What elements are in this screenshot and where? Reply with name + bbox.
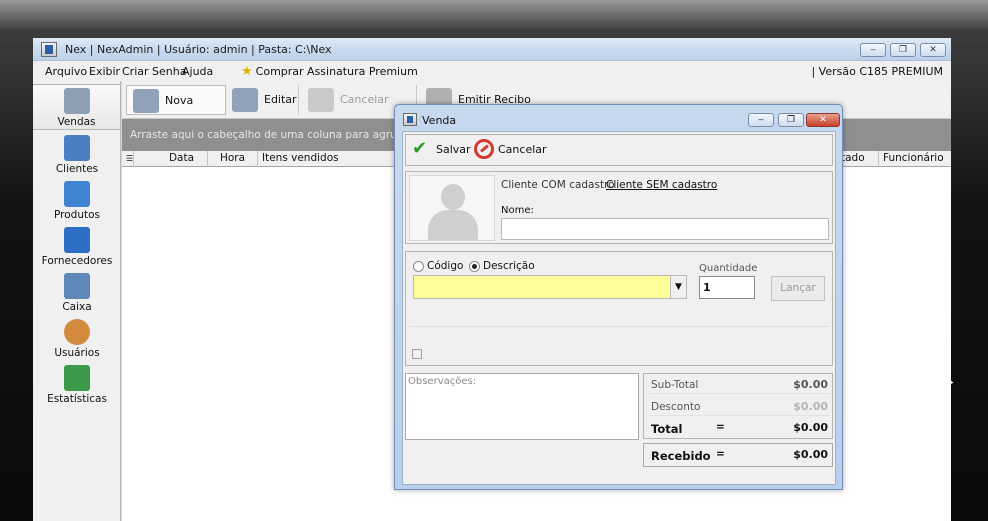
quantidade-label: Quantidade [699, 263, 758, 274]
sidebar-item-fornecedores[interactable]: Fornecedores [33, 225, 121, 269]
star-icon: ★ [241, 64, 253, 79]
col-hora[interactable]: Hora [208, 151, 258, 167]
cart-edit-icon [232, 88, 258, 112]
sidebar-item-usuarios[interactable]: Usuários [33, 317, 121, 361]
nome-label: Nome: [501, 205, 534, 216]
sidebar-item-caixa[interactable]: Caixa [33, 271, 121, 315]
dialog-body: ✔ Salvar Cancelar Cliente COM cadastro C… [402, 131, 836, 485]
subtotal-value: $0.00 [793, 378, 828, 391]
chart-icon [64, 365, 90, 391]
avatar[interactable] [409, 175, 495, 241]
product-panel: Código Descrição ▼ Quantidade 1 Lançar [405, 251, 833, 366]
person-head-icon [441, 184, 465, 210]
minimize-button[interactable]: ‒ [860, 43, 886, 57]
radio-descricao[interactable]: Descrição [469, 260, 535, 272]
recebido-panel: Recebido = $0.00 [643, 443, 833, 467]
venda-dialog: Venda ‒ ❐ ✕ ✔ Salvar Cancelar Cliente CO… [394, 104, 843, 490]
cliente-com-cadastro-option[interactable]: Cliente COM cadastro [501, 179, 615, 191]
sidebar-item-clientes[interactable]: Clientes [33, 133, 121, 177]
users-icon [64, 319, 90, 345]
radio-codigo[interactable]: Código [413, 260, 463, 272]
salvar-button[interactable]: ✔ Salvar [412, 139, 471, 159]
dialog-title: Venda [422, 114, 457, 127]
trash-icon[interactable] [412, 349, 422, 359]
quantidade-input[interactable]: 1 [699, 276, 755, 299]
recebido-row: Recebido = $0.00 [651, 448, 828, 463]
col-funcionario[interactable]: Funcionário [879, 151, 951, 167]
cart-plus-icon [133, 89, 159, 113]
cash-register-icon [64, 273, 90, 299]
sidebar-item-estatisticas[interactable]: Estatísticas [33, 363, 121, 407]
close-button[interactable]: ✕ [920, 43, 946, 57]
premium-link[interactable]: ★ Comprar Assinatura Premium [241, 65, 418, 78]
app-icon [41, 42, 57, 57]
recebido-value: $0.00 [793, 448, 828, 461]
box-icon [64, 181, 90, 207]
menu-arquivo[interactable]: Arquivo [45, 65, 87, 78]
window-title: Nex | NexAdmin | Usuário: admin | Pasta:… [65, 43, 332, 56]
sidebar-item-label: Caixa [62, 301, 92, 313]
desconto-value: $0.00 [793, 400, 828, 413]
sidebar-item-label: Estatísticas [47, 393, 107, 405]
observacoes-textarea[interactable]: Observações: [405, 373, 639, 440]
dialog-action-bar: ✔ Salvar Cancelar [405, 134, 833, 166]
cliente-sem-cadastro-option[interactable]: Cliente SEM cadastro [606, 179, 717, 191]
items-list-divider [409, 326, 829, 327]
nome-input[interactable] [501, 218, 829, 240]
sidebar: Vendas Clientes Produtos Fornecedores Ca… [33, 81, 121, 521]
total-value: $0.00 [793, 421, 828, 434]
product-search-combo[interactable]: ▼ [413, 275, 687, 299]
client-panel: Cliente COM cadastro Cliente SEM cadastr… [405, 171, 833, 244]
sidebar-item-label: Produtos [54, 209, 100, 221]
menu-exibir[interactable]: Exibir [89, 65, 120, 78]
menu-criar-senha[interactable]: Criar Senha [122, 65, 186, 78]
row-indicator-icon: ☰ [122, 151, 134, 167]
truck-icon [64, 227, 90, 253]
dropdown-arrow-icon[interactable]: ▼ [670, 276, 686, 298]
totals-panel: Sub-Total $0.00 Desconto $0.00 Total = $… [643, 373, 833, 439]
col-resultado[interactable]: tado [837, 151, 879, 167]
cart-icon [63, 88, 90, 114]
dialog-minimize-button[interactable]: ‒ [748, 113, 774, 127]
contact-card-icon [64, 135, 90, 161]
desconto-row: Desconto $0.00 [649, 398, 830, 416]
version-label: | Versão C185 PREMIUM [811, 65, 943, 78]
sidebar-item-label: Vendas [57, 116, 96, 128]
dialog-close-button[interactable]: ✕ [806, 113, 840, 127]
person-body-icon [428, 210, 478, 240]
toolbar-separator [298, 85, 299, 115]
cancel-icon [474, 139, 494, 159]
sidebar-item-vendas[interactable]: Vendas [33, 84, 121, 130]
dialog-app-icon [403, 113, 417, 126]
sidebar-item-label: Clientes [55, 163, 99, 175]
col-data[interactable]: Data [156, 151, 208, 167]
observacoes-placeholder: Observações: [408, 376, 477, 387]
lancar-button[interactable]: Lançar [771, 276, 825, 301]
menu-bar: Arquivo Exibir Criar Senha Ajuda ★ Compra… [33, 61, 951, 81]
subtotal-row: Sub-Total $0.00 [649, 376, 830, 394]
menu-ajuda[interactable]: Ajuda [182, 65, 213, 78]
sidebar-item-produtos[interactable]: Produtos [33, 179, 121, 223]
editar-button[interactable]: Editar [226, 85, 297, 115]
cancelar-button[interactable]: Cancelar [474, 139, 547, 159]
sidebar-item-label: Usuários [54, 347, 100, 359]
maximize-button[interactable]: ❐ [890, 43, 916, 57]
check-icon: ✔ [412, 138, 428, 159]
title-bar: Nex | NexAdmin | Usuário: admin | Pasta:… [33, 38, 951, 61]
total-row: Total = $0.00 [651, 421, 828, 436]
cart-cancel-icon [308, 88, 334, 112]
sidebar-item-label: Fornecedores [41, 255, 113, 267]
nova-venda-button[interactable]: Nova Venda [126, 85, 226, 137]
dialog-maximize-button[interactable]: ❐ [778, 113, 804, 127]
